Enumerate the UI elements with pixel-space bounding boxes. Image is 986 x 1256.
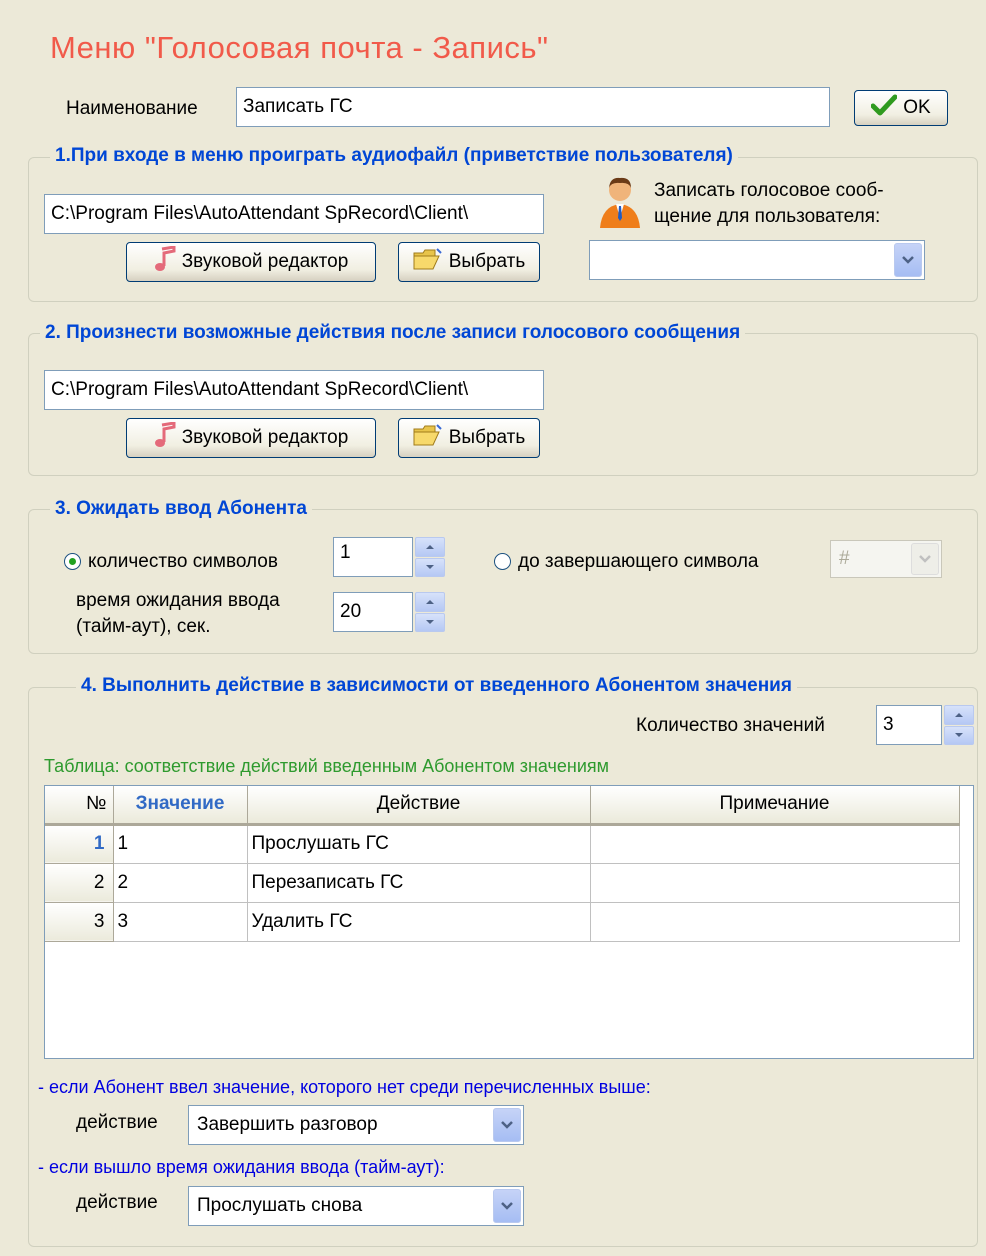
radio-terminator-label: до завершающего символа <box>518 551 759 572</box>
choose-file-button-2[interactable]: Выбрать <box>398 418 540 458</box>
section4-legend: 4. Выполнить действие в зависимости от в… <box>76 675 797 697</box>
no-match-action-label: действие <box>76 1112 158 1133</box>
chevron-down-icon <box>911 543 939 575</box>
spin-up-icon[interactable] <box>415 537 445 557</box>
section1-legend: 1.При входе в меню проиграть аудиофайл (… <box>50 145 738 167</box>
name-input-value: Записать ГС <box>243 96 353 117</box>
radio-symbol-count[interactable] <box>64 553 81 570</box>
table-row[interactable]: 1 1 Прослушать ГС <box>45 824 960 864</box>
record-label-line1: Записать голосовое сооб- <box>654 180 884 201</box>
page-title: Меню "Голосовая почта - Запись" <box>50 30 549 65</box>
chevron-down-icon <box>493 1108 521 1142</box>
terminator-select-value: # <box>839 548 850 569</box>
sound-editor-label-1: Звуковой редактор <box>181 251 349 272</box>
value-cell[interactable]: 3 <box>113 902 248 942</box>
section3-legend: 3. Ожидать ввод Абонента <box>50 498 312 520</box>
timeout-action-select[interactable]: Прослушать снова <box>188 1186 524 1226</box>
symbol-count-spinner[interactable] <box>415 537 445 577</box>
column-header-note[interactable]: Примечание <box>590 786 960 826</box>
timeout-value: 20 <box>340 601 362 622</box>
sound-editor-button-1[interactable]: Звуковой редактор <box>126 242 376 282</box>
record-for-user-label: Записать голосовое сооб- щение для польз… <box>654 178 884 230</box>
music-note-icon <box>154 245 176 278</box>
music-note-icon <box>154 421 176 454</box>
timeout-action-label: действие <box>76 1192 158 1213</box>
chevron-down-icon <box>894 243 922 277</box>
column-header-value[interactable]: Значение <box>113 786 248 826</box>
choose-label-1: Выбрать <box>448 251 526 272</box>
name-label: Наименование <box>66 98 198 119</box>
actions-file-path-input[interactable]: C:\Program Files\AutoAttendant SpRecord\… <box>44 370 544 410</box>
no-match-action-select[interactable]: Завершить разговор <box>188 1105 524 1145</box>
timeout-label-line2: (тайм-аут), сек. <box>76 616 211 637</box>
timeout-action-value: Прослушать снова <box>197 1195 363 1216</box>
name-input[interactable]: Записать ГС <box>236 87 830 127</box>
action-cell[interactable]: Удалить ГС <box>247 902 591 942</box>
sound-editor-label-2: Звуковой редактор <box>181 427 349 448</box>
values-grid: № Значение Действие Примечание 1 1 Просл… <box>45 786 960 942</box>
value-cell[interactable]: 2 <box>113 863 248 903</box>
timeout-label-line1: время ожидания ввода <box>76 590 280 611</box>
row-number-cell[interactable]: 3 <box>45 902 114 942</box>
table-caption: Таблица: соответствие действий введенным… <box>44 756 610 776</box>
note-cell[interactable] <box>590 902 960 942</box>
greeting-file-path-value: C:\Program Files\AutoAttendant SpRecord\… <box>51 203 469 224</box>
choose-label-2: Выбрать <box>448 427 526 448</box>
note-cell[interactable] <box>590 824 960 864</box>
actions-file-path-value: C:\Program Files\AutoAttendant SpRecord\… <box>51 379 469 400</box>
spin-up-icon[interactable] <box>944 705 974 725</box>
table-row[interactable]: 2 2 Перезаписать ГС <box>45 863 960 903</box>
folder-open-icon <box>413 423 443 453</box>
chevron-down-icon <box>493 1189 521 1223</box>
column-header-number[interactable]: № <box>45 786 114 826</box>
values-count-input[interactable]: 3 <box>876 705 942 745</box>
row-number-cell[interactable]: 1 <box>45 824 114 864</box>
spin-down-icon[interactable] <box>415 612 445 632</box>
action-cell[interactable]: Прослушать ГС <box>247 824 591 864</box>
folder-open-icon <box>413 247 443 277</box>
ok-label: OK <box>903 97 931 118</box>
row-number-cell[interactable]: 2 <box>45 863 114 903</box>
spin-down-icon[interactable] <box>944 725 974 745</box>
radio-symbol-count-label: количество символов <box>88 551 278 572</box>
values-count-label: Количество значений <box>636 715 825 736</box>
symbol-count-input[interactable]: 1 <box>333 537 413 577</box>
table-row[interactable]: 3 3 Удалить ГС <box>45 902 960 942</box>
spin-down-icon[interactable] <box>415 557 445 577</box>
value-cell[interactable]: 1 <box>113 824 248 864</box>
note-cell[interactable] <box>590 863 960 903</box>
values-count-spinner[interactable] <box>944 705 974 745</box>
action-cell[interactable]: Перезаписать ГС <box>247 863 591 903</box>
values-table[interactable]: № Значение Действие Примечание 1 1 Просл… <box>44 785 974 1059</box>
timeout-spinner[interactable] <box>415 592 445 632</box>
table-header-row: № Значение Действие Примечание <box>45 786 960 826</box>
radio-terminator[interactable] <box>494 553 511 570</box>
timeout-input[interactable]: 20 <box>333 592 413 632</box>
timeout-label: время ожидания ввода (тайм-аут), сек. <box>76 588 280 640</box>
no-match-note: - если Абонент ввел значение, которого н… <box>38 1077 651 1097</box>
no-match-action-value: Завершить разговор <box>197 1114 378 1135</box>
ok-button[interactable]: OK <box>854 90 948 126</box>
radio-selected-dot <box>69 558 76 565</box>
checkmark-icon <box>870 94 898 122</box>
record-label-line2: щение для пользователя: <box>654 206 881 227</box>
symbol-count-value: 1 <box>340 542 351 563</box>
user-avatar-icon <box>596 174 644 236</box>
section2-legend: 2. Произнести возможные действия после з… <box>40 322 746 344</box>
column-header-action[interactable]: Действие <box>247 786 591 826</box>
sound-editor-button-2[interactable]: Звуковой редактор <box>126 418 376 458</box>
timeout-action-note: - если вышло время ожидания ввода (тайм-… <box>38 1157 445 1177</box>
terminator-select[interactable]: # <box>830 540 942 578</box>
greeting-file-path-input[interactable]: C:\Program Files\AutoAttendant SpRecord\… <box>44 194 544 234</box>
choose-file-button-1[interactable]: Выбрать <box>398 242 540 282</box>
user-select[interactable] <box>589 240 925 280</box>
values-count-value: 3 <box>883 714 894 735</box>
spin-up-icon[interactable] <box>415 592 445 612</box>
